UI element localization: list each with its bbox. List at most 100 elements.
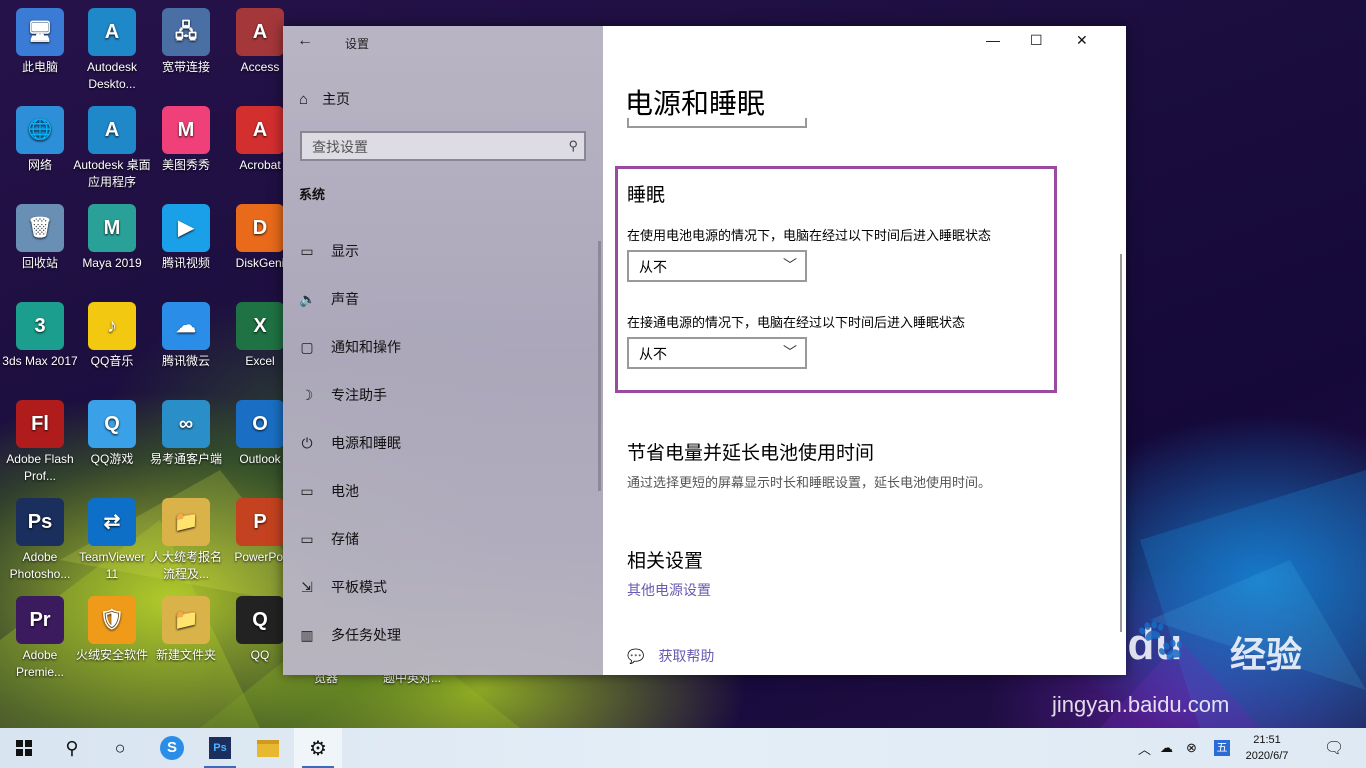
battery-sleep-value: 从不 [639, 259, 667, 275]
chevron-down-icon: ﹀ [783, 257, 797, 273]
sogou-icon: S [160, 736, 184, 760]
app-icon: Ps [16, 498, 64, 546]
page-title: 电源和睡眠 [625, 88, 766, 119]
app-icon: Pr [16, 596, 64, 644]
desktop-icon[interactable]: 🖥 此电脑 [0, 8, 80, 76]
taskbar-app-explorer[interactable] [244, 728, 292, 768]
nav-item[interactable]: ▭ 存储 [299, 529, 579, 549]
desktop-icon[interactable]: Ps Adobe Photosho... [0, 498, 80, 583]
nav-item[interactable]: ▭ 显示 [299, 241, 579, 261]
nav-item[interactable]: ▭ 电池 [299, 481, 579, 501]
tray-huorong[interactable]: ⊗ [1186, 728, 1197, 768]
desktop-icon-label: 腾讯视频 [161, 256, 210, 270]
desktop-icon-label: Autodesk 桌面应用程序 [73, 158, 151, 189]
cloud-icon: ☁ [1160, 740, 1173, 755]
nav-item-icon: ▭ [300, 242, 314, 259]
desktop-icon-label: Adobe Flash Prof... [6, 452, 74, 483]
chevron-down-icon: ﹀ [783, 344, 797, 360]
task-view-button[interactable]: ○ [96, 728, 144, 768]
settings-nav-pane: ← 设置 ⌂ 主页 查找设置 ⚲ 系统 ▭ 显示 🔈 声音 ▢ 通知和操作 ☽ 专注助手 ⏻ 电源… [283, 26, 603, 675]
notification-icon: 🗨 [1324, 740, 1345, 757]
search-button[interactable]: ⚲ [48, 728, 96, 768]
app-icon: ☁ [162, 302, 210, 350]
nav-item-icon: 🔈 [299, 290, 317, 307]
desktop-icon[interactable]: ⇄ TeamViewer 11 [72, 498, 152, 583]
desktop-icon[interactable]: Fl Adobe Flash Prof... [0, 400, 80, 485]
back-arrow-icon[interactable]: ← [297, 32, 313, 50]
action-center-button[interactable]: 🗨 [1324, 728, 1344, 768]
photoshop-icon: Ps [209, 737, 231, 759]
nav-item-label: 显示 [331, 243, 359, 259]
desktop-icon[interactable]: 🗑 回收站 [0, 204, 80, 272]
maximize-button[interactable]: ☐ [1030, 32, 1043, 49]
nav-item[interactable]: ▢ 通知和操作 [299, 337, 579, 357]
desktop-icon[interactable]: A Autodesk 桌面应用程序 [72, 106, 152, 191]
taskbar-app-sogou[interactable]: S [148, 728, 196, 768]
nav-item[interactable]: ⏻ 电源和睡眠 [299, 433, 579, 453]
nav-item-label: 专注助手 [331, 387, 387, 403]
chevron-up-icon: ︿ [1138, 741, 1152, 757]
tray-expand-button[interactable]: ︿ [1138, 728, 1151, 768]
nav-home[interactable]: ⌂ 主页 [299, 89, 350, 109]
nav-item[interactable]: ☽ 专注助手 [299, 385, 579, 405]
other-power-settings-link[interactable]: 其他电源设置 [627, 580, 711, 600]
save-power-desc: 通过选择更短的屏幕显示时长和睡眠设置，延长电池使用时间。 [627, 475, 992, 490]
desktop-icon[interactable]: ♪ QQ音乐 [72, 302, 152, 370]
desktop-icon[interactable]: 3 3ds Max 2017 [0, 302, 80, 370]
desktop-icon[interactable]: A Autodesk Deskto... [72, 8, 152, 93]
baidu-watermark: Bai du 🐾 经验 jingyan.baidu.com [1020, 618, 1350, 740]
nav-item-icon: ▭ [300, 482, 314, 499]
desktop-icon[interactable]: 🛡 火绒安全软件 [72, 596, 152, 664]
desktop-icon[interactable]: M 美图秀秀 [146, 106, 226, 174]
nav-titlebar: ← 设置 [283, 26, 603, 58]
desktop-icon[interactable]: Q QQ游戏 [72, 400, 152, 468]
battery-sleep-dropdown[interactable]: 从不 ﹀ [627, 250, 807, 282]
nav-item[interactable]: ⇲ 平板模式 [299, 577, 579, 597]
app-icon: 🌐 [16, 106, 64, 154]
start-button[interactable] [0, 728, 48, 768]
app-icon: 📁 [162, 498, 210, 546]
close-button[interactable]: ✕ [1076, 32, 1088, 49]
app-icon: ∞ [162, 400, 210, 448]
desktop-icon[interactable]: ☁ 腾讯微云 [146, 302, 226, 370]
desktop-icon[interactable]: 🌐 网络 [0, 106, 80, 174]
nav-section-label: 系统 [299, 187, 326, 202]
get-help-link[interactable]: 💬 获取帮助 [627, 646, 714, 666]
search-icon: ⚲ [65, 737, 79, 758]
nav-scrollbar[interactable] [598, 241, 601, 491]
battery-sleep-label: 在使用电池电源的情况下，电脑在经过以下时间后进入睡眠状态 [627, 228, 992, 243]
search-input[interactable]: 查找设置 ⚲ [300, 131, 586, 161]
desktop-icon-label: 火绒安全软件 [75, 648, 148, 662]
previous-dropdown-edge[interactable] [627, 118, 807, 128]
ime-indicator: 五 [1214, 740, 1230, 756]
taskbar-app-photoshop[interactable]: Ps [196, 728, 244, 768]
tray-ime[interactable]: 五 [1214, 728, 1230, 768]
nav-item-icon: ☽ [300, 386, 314, 403]
desktop-icon[interactable]: Pr Adobe Premie... [0, 596, 80, 681]
app-icon: 🛡 [88, 596, 136, 644]
settings-content: — ☐ ✕ 电源和睡眠 睡眠 在使用电池电源的情况下，电脑在经过以下时间后进入睡… [603, 26, 1126, 675]
nav-item[interactable]: 🔈 声音 [299, 289, 579, 309]
plugged-sleep-label: 在接通电源的情况下，电脑在经过以下时间后进入睡眠状态 [627, 315, 966, 330]
taskbar-app-settings[interactable]: ⚙ [294, 728, 342, 768]
app-icon: A [88, 8, 136, 56]
desktop-icon[interactable]: ▶ 腾讯视频 [146, 204, 226, 272]
desktop-icon[interactable]: M Maya 2019 [72, 204, 152, 272]
content-scrollbar[interactable] [1120, 254, 1122, 632]
plugged-sleep-dropdown[interactable]: 从不 ﹀ [627, 337, 807, 369]
desktop-icon[interactable]: 📁 新建文件夹 [146, 596, 226, 664]
desktop-icon[interactable]: 📁 人大统考报名流程及... [146, 498, 226, 583]
home-icon: ⌂ [299, 90, 309, 108]
nav-item-label: 存储 [331, 531, 359, 547]
nav-item-icon: ▥ [300, 626, 314, 643]
nav-item-icon: ⏻ [301, 434, 313, 451]
gear-icon: ⚙ [309, 737, 327, 760]
minimize-button[interactable]: — [986, 32, 1000, 48]
desktop-icon-label: TeamViewer 11 [79, 550, 145, 581]
plugged-sleep-value: 从不 [639, 346, 667, 362]
nav-item[interactable]: ▥ 多任务处理 [299, 625, 579, 645]
desktop-icon[interactable]: ∞ 易考通客户端 [146, 400, 226, 468]
desktop-icon[interactable]: 🖧 宽带连接 [146, 8, 226, 76]
tray-onedrive[interactable]: ☁ [1160, 728, 1173, 768]
clock[interactable]: 21:51 2020/6/7 [1232, 732, 1302, 764]
